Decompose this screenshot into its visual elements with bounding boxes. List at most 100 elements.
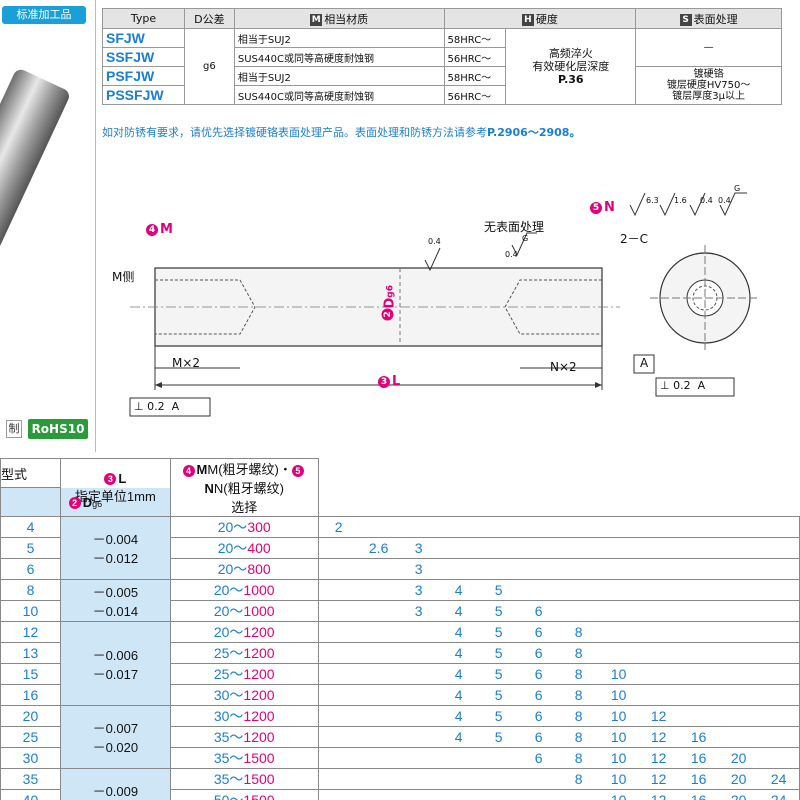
thread-option[interactable]: 8	[559, 645, 599, 661]
thread-option[interactable]: 2	[319, 519, 359, 535]
thread-option[interactable]: 16	[679, 729, 719, 745]
thread-option[interactable]: 5	[479, 624, 519, 640]
thread-options-cell: 345	[317, 579, 800, 601]
number-4-icon: 4	[146, 223, 158, 236]
thread-option[interactable]: 6	[519, 603, 559, 619]
thread-option[interactable]: 6	[519, 645, 559, 661]
thread-option[interactable]: 20	[719, 771, 759, 787]
thread-option[interactable]: 24	[759, 792, 799, 800]
diameter-cell: 5	[0, 537, 61, 559]
hardness-mark-icon: H	[521, 13, 534, 26]
thread-option[interactable]: 16	[679, 792, 719, 800]
thread-option[interactable]: 5	[479, 687, 519, 703]
thread-option[interactable]: 4	[439, 687, 479, 703]
thread-option[interactable]: 10	[599, 687, 639, 703]
table-row: 12 －0.006 －0.017 20～1200 4 5 6 8	[0, 621, 800, 706]
n-x2-dimension: N×2	[550, 360, 577, 374]
thread-option[interactable]: 4	[439, 645, 479, 661]
thread-option[interactable]: 8	[559, 666, 599, 682]
diameter-cell: 30	[0, 747, 61, 769]
length-range-cell: 20～400	[169, 537, 319, 559]
thread-option[interactable]: 3	[399, 603, 439, 619]
thread-option[interactable]: 8	[559, 750, 599, 766]
thread-option[interactable]: 8	[559, 771, 599, 787]
thread-option[interactable]: 5	[479, 708, 519, 724]
thread-option[interactable]: 3	[399, 582, 439, 598]
table-row: 35－0.009－0.02535～150081012162024	[0, 768, 800, 800]
thread-option[interactable]: 6	[519, 708, 559, 724]
thread-option[interactable]: 10	[599, 729, 639, 745]
thread-option[interactable]: 4	[439, 624, 479, 640]
m-side-label: M侧	[112, 270, 135, 284]
number-2-icon: 2	[68, 497, 81, 510]
table-row: 20 －0.007 －0.020 30～1200 4 5 6 8 10 12	[0, 705, 800, 769]
diameter-cell: 8	[0, 579, 61, 601]
thread-option[interactable]: 10	[599, 708, 639, 724]
thread-option[interactable]: 3	[399, 540, 439, 556]
thread-option[interactable]: 10	[599, 750, 639, 766]
thread-option[interactable]: 4	[439, 582, 479, 598]
roughness-label: 6.3	[646, 196, 659, 205]
thread-options-cell: 6 8 10 12 16 20	[317, 747, 800, 769]
thread-option[interactable]: 5	[479, 666, 519, 682]
thread-option[interactable]: 5	[479, 582, 519, 598]
cut-off-sidebar-notes	[778, 330, 800, 450]
tolerance-cell: －0.004 －0.012	[59, 516, 171, 580]
thread-option[interactable]: 4	[439, 603, 479, 619]
hardness-cell: 58HRC～	[443, 66, 507, 86]
thread-option[interactable]: 8	[559, 624, 599, 640]
thread-option[interactable]: 10	[599, 666, 639, 682]
thread-option[interactable]: 2.6	[359, 540, 399, 556]
thread-option[interactable]: 6	[519, 687, 559, 703]
thread-option[interactable]: 3	[399, 561, 439, 577]
thread-option[interactable]: 5	[479, 645, 519, 661]
material-mark-icon: M	[310, 13, 323, 26]
diameter-cell: 13	[0, 642, 61, 664]
thread-options-cell: 2.6 3	[317, 537, 800, 559]
thread-option[interactable]: 12	[639, 771, 679, 787]
perpendicularity-box: ⊥ 0.2 A	[660, 379, 706, 392]
diameter-cell: 6	[0, 558, 61, 580]
thread-option[interactable]: 20	[719, 750, 759, 766]
tolerance-cell: －0.009－0.025	[59, 768, 171, 800]
m-x2-dimension: M×2	[172, 356, 201, 370]
thread-option[interactable]: 4	[439, 708, 479, 724]
thread-option[interactable]: 4	[439, 729, 479, 745]
thread-option[interactable]: 5	[479, 603, 519, 619]
thread-option[interactable]: 8	[559, 687, 599, 703]
thread-option[interactable]: 6	[519, 729, 559, 745]
number-4-icon: 4	[182, 464, 195, 477]
label-l-callout: 3L	[378, 374, 400, 389]
thread-option[interactable]: 10	[599, 792, 639, 800]
thread-option[interactable]: 12	[639, 792, 679, 800]
thread-option[interactable]: 12	[639, 750, 679, 766]
diameter-cell: 12	[0, 621, 61, 643]
chamfer-label: 2－C	[620, 232, 649, 246]
thread-option[interactable]: 4	[439, 666, 479, 682]
type-cell: SSFJW	[102, 47, 185, 67]
thread-option[interactable]: 10	[599, 771, 639, 787]
length-range-cell: 20～1000	[169, 600, 319, 622]
material-spec-table: Type D公差 M 相当材质 H 硬度 S 表面处理 SFJW g6 相当于SUJ2…	[102, 8, 782, 105]
thread-option[interactable]: 5	[479, 729, 519, 745]
thread-option[interactable]: 8	[559, 708, 599, 724]
thread-option[interactable]: 20	[719, 792, 759, 800]
thread-option[interactable]: 12	[639, 708, 679, 724]
type-cell: PSFJW	[102, 66, 185, 86]
size-selection-table: 型式 3 L 指定单位1mm 4 MM(粗牙螺纹)・ 5NN(粗牙螺纹) 选择 2 Dg6 …	[0, 458, 800, 800]
number-2-icon: 2	[382, 308, 394, 321]
thread-option[interactable]: 16	[679, 771, 719, 787]
thread-option[interactable]: 6	[519, 666, 559, 682]
tolerance-cell: g6	[183, 28, 235, 105]
header-hardness: H 硬度	[443, 8, 637, 29]
thread-option[interactable]: 6	[519, 624, 559, 640]
material-cell: SUS440C或同等高硬度耐蚀钢	[233, 47, 445, 67]
thread-option[interactable]: 24	[759, 771, 799, 787]
length-range-cell: 20～1000	[169, 579, 319, 601]
thread-option[interactable]: 12	[639, 729, 679, 745]
thread-option[interactable]: 16	[679, 750, 719, 766]
header-surface: S 表面处理	[635, 8, 782, 29]
thread-option[interactable]: 6	[519, 750, 559, 766]
thread-option[interactable]: 8	[559, 729, 599, 745]
shaft-technical-drawing	[129, 192, 760, 417]
